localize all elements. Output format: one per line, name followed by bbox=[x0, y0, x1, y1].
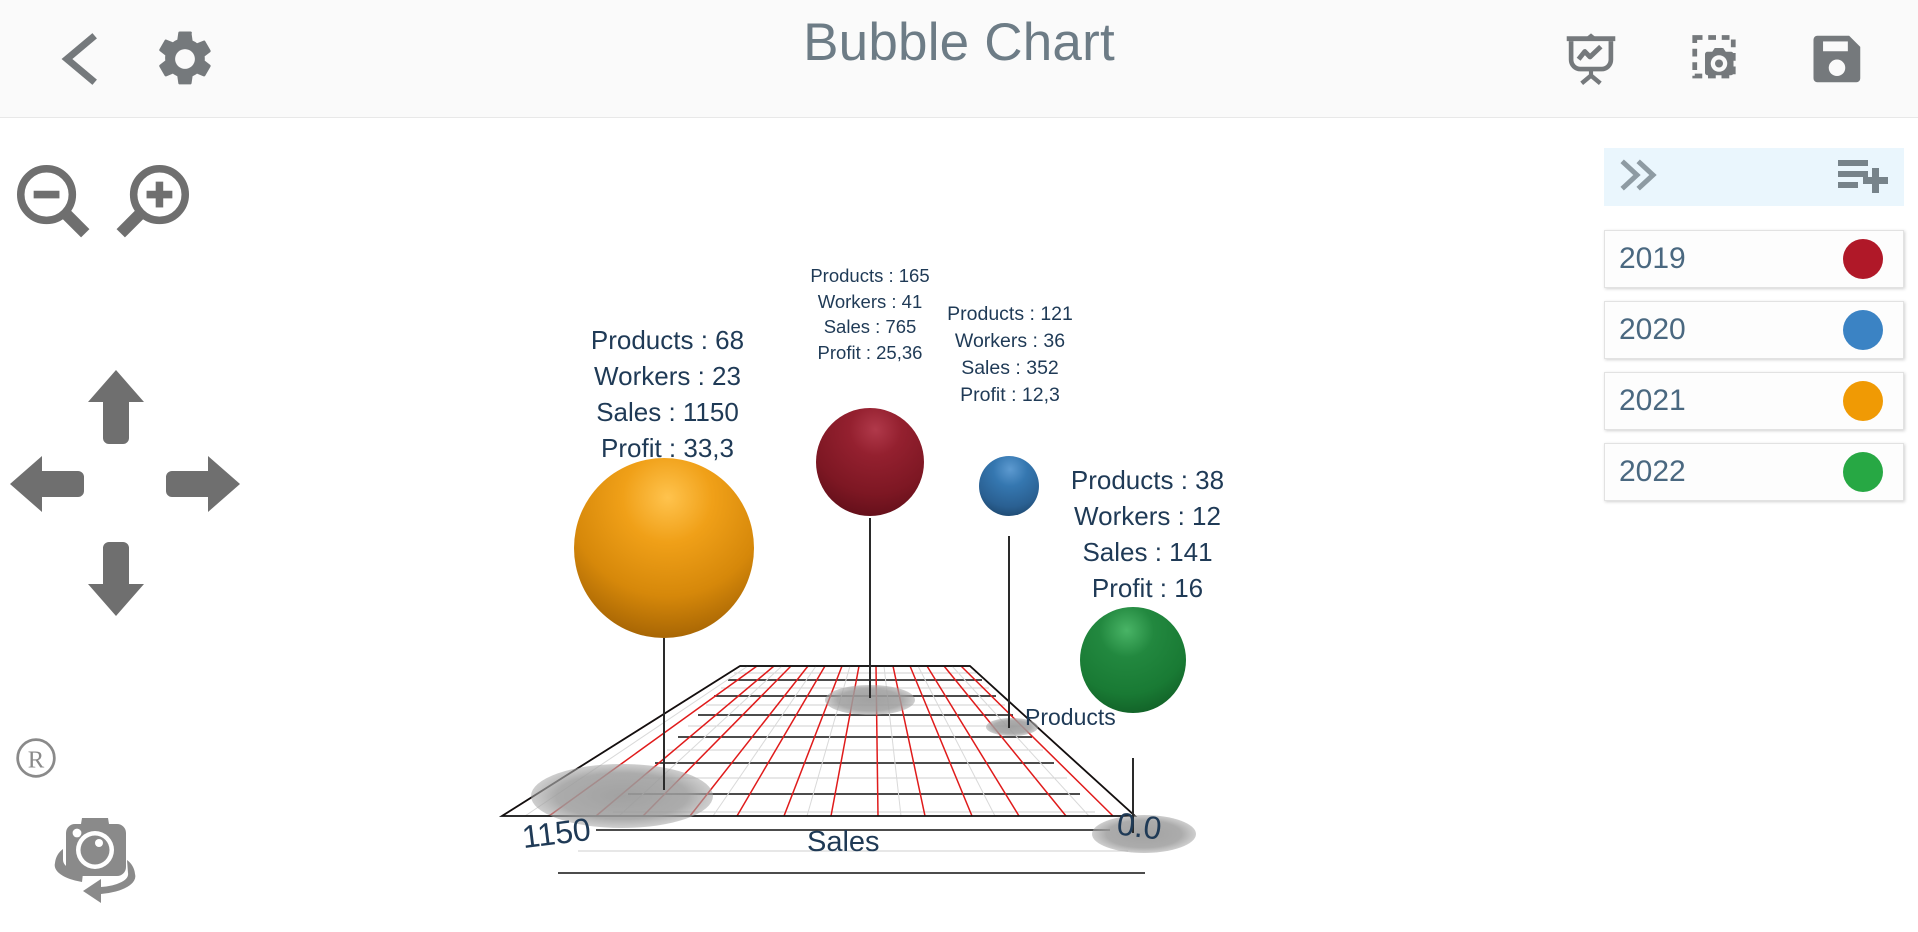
chart-canvas[interactable]: Products : 68 Workers : 23 Sales : 1150 … bbox=[230, 118, 1590, 932]
pan-up-button[interactable] bbox=[86, 368, 146, 446]
legend-color-swatch[interactable] bbox=[1843, 381, 1883, 421]
reset-view-button[interactable]: R bbox=[14, 736, 58, 780]
legend-color-swatch[interactable] bbox=[1843, 239, 1883, 279]
legend-header[interactable] bbox=[1604, 148, 1904, 206]
legend-collapse-button[interactable] bbox=[1618, 158, 1664, 197]
pan-dpad bbox=[8, 368, 240, 618]
legend-item-2019[interactable]: 2019 bbox=[1604, 230, 1904, 288]
legend-item-label: 2019 bbox=[1619, 242, 1686, 275]
camera-rotate-icon bbox=[54, 818, 136, 903]
bubble-chart-scene bbox=[498, 408, 1196, 874]
chevron-left-icon bbox=[61, 32, 97, 85]
chevron-double-right-icon bbox=[1620, 158, 1657, 191]
shadow-orange bbox=[531, 764, 713, 828]
magnifier-plus-icon bbox=[116, 164, 190, 238]
svg-text:R: R bbox=[28, 747, 45, 774]
left-control-rail: R bbox=[0, 118, 240, 932]
screenshot-camera-icon bbox=[1692, 35, 1736, 79]
floppy-save-icon bbox=[1813, 35, 1861, 83]
registered-r-icon: R bbox=[16, 738, 56, 778]
magnifier-minus-icon bbox=[16, 164, 90, 238]
zoom-in-button[interactable] bbox=[110, 158, 196, 244]
shadow-blue bbox=[986, 718, 1038, 736]
toolbar-right-group bbox=[1560, 0, 1868, 118]
legend-items-list: 2019 2020 2021 2022 bbox=[1604, 230, 1904, 501]
bubble-2020[interactable] bbox=[979, 456, 1039, 516]
legend-item-label: 2021 bbox=[1619, 384, 1686, 417]
legend-color-swatch[interactable] bbox=[1843, 452, 1883, 492]
top-toolbar: Bubble Chart bbox=[0, 0, 1918, 118]
bubbles[interactable] bbox=[574, 408, 1186, 713]
bubble-2021[interactable] bbox=[574, 458, 754, 638]
shadow-green bbox=[1092, 815, 1196, 853]
legend-item-label: 2022 bbox=[1619, 455, 1686, 488]
camera-rotate-button[interactable] bbox=[35, 798, 155, 913]
save-button[interactable] bbox=[1806, 28, 1868, 90]
legend-panel: 2019 2020 2021 2022 bbox=[1590, 118, 1918, 932]
legend-item-2022[interactable]: 2022 bbox=[1604, 443, 1904, 501]
legend-item-2020[interactable]: 2020 bbox=[1604, 301, 1904, 359]
bubble-2019[interactable] bbox=[816, 408, 924, 516]
presentation-button[interactable] bbox=[1560, 28, 1622, 90]
bubble-shadows bbox=[531, 685, 1196, 853]
pan-down-button[interactable] bbox=[86, 540, 146, 618]
legend-add-series-button[interactable] bbox=[1834, 155, 1888, 200]
bubble-2022[interactable] bbox=[1080, 607, 1186, 713]
playlist-add-icon bbox=[1838, 159, 1888, 193]
gear-icon bbox=[159, 30, 211, 84]
bubble-chart-app: Bubble Chart R Products: 68 Workers: 2… bbox=[0, 0, 1918, 932]
snapshot-button[interactable] bbox=[1684, 29, 1744, 89]
settings-button[interactable] bbox=[152, 26, 218, 92]
back-button[interactable] bbox=[52, 30, 110, 88]
legend-item-label: 2020 bbox=[1619, 313, 1686, 346]
pan-left-button[interactable] bbox=[8, 454, 86, 514]
zoom-out-button[interactable] bbox=[10, 158, 96, 244]
arrow-up-icon bbox=[88, 370, 144, 444]
legend-color-swatch[interactable] bbox=[1843, 310, 1883, 350]
arrow-down-icon bbox=[88, 542, 144, 616]
arrow-left-icon bbox=[10, 456, 84, 512]
zoom-controls bbox=[10, 158, 196, 244]
toolbar-left-group bbox=[0, 26, 218, 92]
legend-item-2021[interactable]: 2021 bbox=[1604, 372, 1904, 430]
presentation-chart-icon bbox=[1566, 33, 1616, 85]
